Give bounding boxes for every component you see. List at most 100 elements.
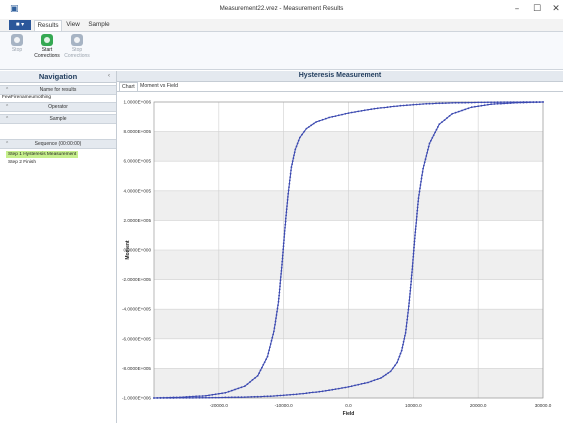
name-section-header[interactable]: ⌃ Name for results: [0, 85, 116, 95]
data-point: [217, 392, 220, 395]
data-point: [221, 392, 223, 395]
file-menu-button[interactable]: ■ ▾: [9, 20, 31, 30]
sequence-step[interactable]: Step 2 Finish: [8, 160, 36, 165]
data-point: [247, 396, 249, 398]
data-point: [328, 116, 330, 119]
data-point: [273, 395, 275, 397]
data-point: [415, 103, 418, 106]
data-point: [318, 120, 321, 122]
data-point: [276, 310, 278, 313]
data-point: [483, 104, 486, 107]
data-point: [254, 377, 256, 379]
data-point: [334, 115, 337, 117]
data-point: [282, 245, 285, 248]
data-point: [503, 102, 505, 105]
data-point: [282, 248, 285, 251]
data-point: [370, 380, 373, 383]
data-point: [294, 148, 297, 151]
sequence-section-header[interactable]: ⌃ Sequence (00:00:00): [0, 139, 116, 149]
data-point: [416, 209, 419, 212]
x-tick-label: 30000.0: [535, 403, 552, 408]
collapse-nav-button[interactable]: ‹: [108, 71, 110, 82]
data-point: [347, 386, 350, 388]
y-axis-label: Moment: [125, 240, 131, 260]
data-point: [234, 388, 236, 391]
data-point: [402, 104, 405, 107]
data-point: [410, 277, 413, 280]
start-corrections-button[interactable]: Start Corrections: [32, 34, 62, 59]
stop-corrections-button[interactable]: Stop Corrections: [62, 34, 92, 59]
data-point: [500, 102, 502, 105]
data-point: [496, 101, 499, 104]
data-point: [428, 142, 431, 145]
data-point: [393, 105, 395, 108]
data-point: [357, 383, 360, 386]
result-name-value[interactable]: FewFirenameumothing: [2, 95, 51, 100]
data-point: [277, 297, 280, 300]
tab-moment-vs-field[interactable]: Moment vs Field: [138, 82, 180, 91]
data-point: [419, 187, 421, 190]
data-point: [461, 109, 463, 112]
data-point: [415, 215, 418, 218]
y-tick-label: -2.0000E+005: [122, 277, 151, 282]
chevron-up-icon: ⌃: [5, 116, 10, 122]
data-point: [411, 268, 414, 270]
chevron-up-icon: ⌃: [5, 141, 10, 147]
data-point: [404, 332, 407, 334]
data-point: [305, 127, 308, 130]
tab-sample[interactable]: Sample: [86, 20, 112, 31]
data-point: [461, 101, 463, 104]
data-point: [230, 389, 233, 392]
data-point: [407, 312, 409, 314]
maximize-button[interactable]: ☐: [530, 3, 544, 15]
stop-button[interactable]: Stop: [2, 34, 32, 53]
sequence-step-active[interactable]: Step 1 Hysteresis Measurement: [6, 151, 79, 158]
data-point: [344, 112, 347, 115]
data-point: [384, 373, 387, 376]
data-point: [437, 126, 439, 128]
data-point: [414, 228, 417, 231]
data-point: [192, 397, 194, 399]
x-axis-label: Field: [343, 411, 355, 417]
data-point: [391, 367, 394, 370]
data-point: [425, 102, 428, 105]
data-point: [412, 255, 415, 258]
data-point: [285, 211, 288, 214]
data-point: [277, 300, 280, 303]
data-point: [487, 103, 489, 106]
data-point: [258, 372, 260, 374]
minimize-button[interactable]: –: [510, 3, 524, 15]
data-point: [542, 101, 544, 103]
data-point: [409, 289, 412, 292]
data-point: [162, 397, 165, 399]
data-point: [477, 105, 480, 108]
data-point: [227, 396, 230, 399]
data-point: [270, 339, 273, 342]
data-point: [418, 194, 420, 196]
data-point: [480, 101, 483, 104]
data-point: [357, 110, 360, 113]
data-point: [280, 273, 282, 275]
tab-view[interactable]: View: [62, 20, 84, 31]
operator-section-header[interactable]: ⌃ Operator: [0, 102, 116, 112]
data-point: [224, 396, 227, 399]
close-button[interactable]: ✕: [549, 3, 563, 15]
data-point: [376, 107, 379, 110]
refresh-icon: [41, 34, 53, 46]
data-point: [269, 395, 272, 398]
data-point: [262, 363, 265, 366]
data-point: [285, 214, 287, 217]
data-point: [506, 102, 509, 105]
data-point: [281, 254, 284, 257]
data-point: [205, 396, 207, 399]
data-point: [418, 103, 421, 106]
data-point: [240, 386, 243, 389]
data-point: [282, 394, 285, 397]
data-point: [337, 387, 340, 390]
data-point: [291, 163, 293, 166]
data-point: [410, 280, 413, 283]
sample-section-header[interactable]: ⌃ Sample: [0, 114, 116, 124]
data-point: [380, 107, 382, 109]
data-point: [246, 383, 249, 385]
data-point: [311, 391, 314, 394]
